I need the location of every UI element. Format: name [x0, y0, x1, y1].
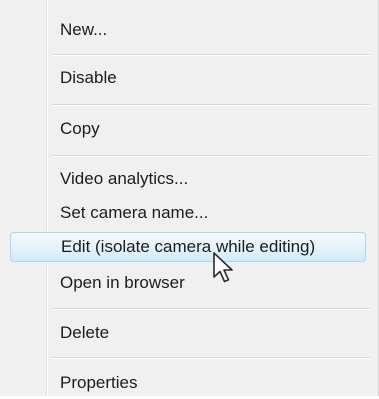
menu-separator — [52, 155, 370, 157]
menu-item-set-camera-name[interactable]: Set camera name... — [2, 197, 375, 229]
menu-item-new[interactable]: New... — [2, 14, 375, 46]
menu-item-label: Open in browser — [60, 273, 185, 292]
menu-item-label: Copy — [60, 119, 100, 138]
menu-separator — [52, 308, 370, 310]
menu-item-label: Delete — [60, 323, 110, 342]
menu-item-label: New... — [60, 20, 108, 39]
menu-item-properties[interactable]: Properties — [2, 367, 375, 399]
arrow-cursor-icon — [213, 252, 233, 283]
menu-item-copy[interactable]: Copy — [2, 113, 375, 145]
menu-item-label: Set camera name... — [60, 203, 209, 222]
menu-item-label: Video analytics... — [60, 169, 189, 188]
context-menu: New... Disable Copy Video analytics... S… — [0, 0, 379, 396]
menu-item-open-in-browser[interactable]: Open in browser — [2, 267, 375, 299]
menu-item-disable[interactable]: Disable — [2, 62, 375, 94]
menu-item-edit-isolate-camera[interactable]: Edit (isolate camera while editing) — [10, 232, 366, 262]
menu-item-delete[interactable]: Delete — [2, 317, 375, 349]
menu-separator — [52, 104, 370, 106]
menu-item-label: Disable — [60, 68, 117, 87]
menu-item-label: Properties — [60, 373, 138, 392]
menu-item-video-analytics[interactable]: Video analytics... — [2, 163, 375, 195]
menu-separator — [52, 54, 370, 56]
menu-separator — [52, 357, 370, 359]
menu-item-label: Edit (isolate camera while editing) — [61, 237, 316, 256]
